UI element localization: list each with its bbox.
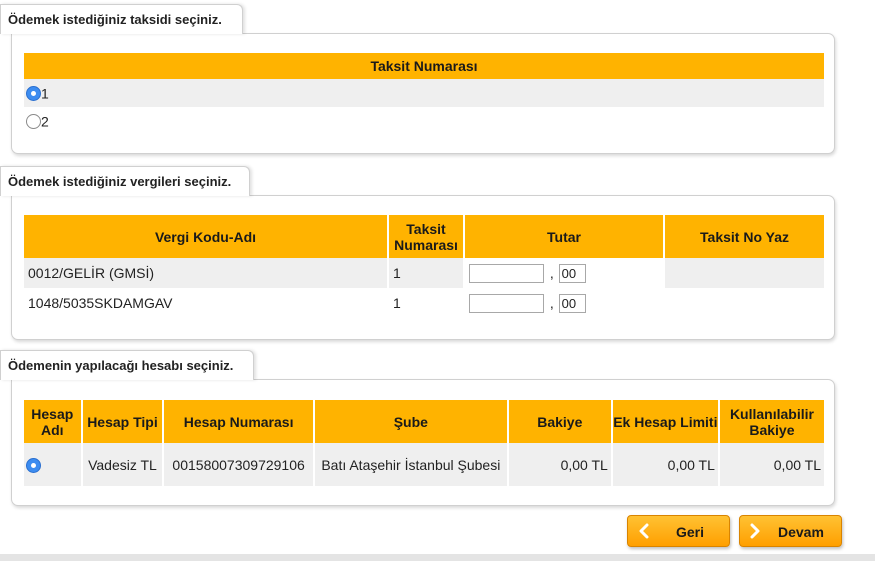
available-balance-cell: 0,00 TL [719, 443, 824, 486]
installment-number-header: Taksit Numarası [24, 53, 824, 79]
footer-bar [0, 554, 875, 561]
installment-option-label: 2 [41, 113, 49, 130]
tax-code-cell: 0012/GELİR (GMSİ) [24, 258, 387, 288]
table-row: 1048/5035SKDAMGAV 1 , 00 [24, 288, 824, 318]
installment-radio-1[interactable] [26, 86, 41, 102]
installment-section-title: Ödemek istediğiniz taksidi seçiniz. [8, 12, 222, 27]
installment-option-row[interactable]: 1 [24, 79, 824, 107]
account-number-cell: 00158007309729106 [164, 443, 313, 486]
installment-write-cell [665, 288, 824, 318]
branch-header: Şube [314, 400, 507, 443]
branch-cell: Batı Ataşehir İstanbul Şubesi [314, 443, 507, 486]
decimal-separator: , [549, 295, 554, 311]
installment-no-cell: 1 [389, 258, 463, 288]
account-name-header: Hesap Adı [24, 400, 81, 443]
tax-code-cell: 1048/5035SKDAMGAV [28, 295, 173, 311]
account-radio[interactable] [26, 457, 41, 473]
installment-radio-2[interactable] [26, 114, 41, 130]
back-button[interactable]: Geri [627, 515, 730, 547]
table-row: 0012/GELİR (GMSİ) 1 , 00 [24, 258, 824, 288]
account-section-panel: Hesap Adı Hesap Tipi Hesap Numarası Şube… [11, 379, 835, 506]
extra-limit-cell: 0,00 TL [612, 443, 718, 486]
available-balance-header: Kullanılabilir Bakiye [719, 400, 824, 443]
amount-main-input[interactable] [469, 263, 544, 283]
amount-cell: , 00 [465, 288, 663, 318]
installment-table: Taksit Numarası 1 2 [22, 53, 826, 135]
balance-cell: 0,00 TL [508, 443, 611, 486]
next-button[interactable]: Devam [739, 515, 842, 547]
installment-option-label: 1 [41, 85, 49, 102]
chevron-left-icon [639, 523, 649, 539]
amount-cell: , 00 [465, 258, 663, 288]
account-type-header: Hesap Tipi [82, 400, 163, 443]
balance-header: Bakiye [508, 400, 611, 443]
installment-write-header: Taksit No Yaz [665, 215, 824, 258]
tax-section-tab: Ödemek istediğiniz vergileri seçiniz. [0, 166, 250, 196]
tax-table: Vergi Kodu-Adı Taksit Numarası Tutar Tak… [22, 215, 826, 318]
back-button-label: Geri [676, 524, 705, 540]
account-type-cell: Vadesiz TL [82, 443, 163, 486]
account-section-tab: Ödemenin yapılacağı hesabı seçiniz. [0, 350, 254, 380]
next-button-label: Devam [778, 524, 824, 540]
account-select-cell [24, 443, 81, 486]
table-row[interactable]: Vadesiz TL 00158007309729106 Batı Ataşeh… [24, 443, 824, 486]
chevron-right-icon [750, 523, 760, 539]
tax-section-title: Ödemek istediğiniz vergileri seçiniz. [8, 174, 232, 189]
installment-no-header: Taksit Numarası [389, 215, 463, 258]
account-section-title: Ödemenin yapılacağı hesabı seçiniz. [8, 358, 234, 373]
installment-write-cell [665, 258, 824, 288]
decimal-separator: , [549, 265, 554, 281]
installment-section-tab: Ödemek istediğiniz taksidi seçiniz. [0, 4, 243, 34]
tax-code-header: Vergi Kodu-Adı [24, 215, 387, 258]
installment-no-cell: 1 [393, 295, 401, 311]
extra-limit-header: Ek Hesap Limiti [612, 400, 718, 443]
amount-main-input[interactable] [469, 293, 544, 313]
amount-header: Tutar [465, 215, 663, 258]
installment-option-row[interactable]: 2 [24, 107, 824, 135]
amount-cents-input[interactable]: 00 [558, 293, 586, 313]
account-table: Hesap Adı Hesap Tipi Hesap Numarası Şube… [22, 400, 826, 486]
amount-cents-input[interactable]: 00 [558, 263, 586, 283]
installment-section-panel: Taksit Numarası 1 2 [11, 33, 835, 154]
account-number-header: Hesap Numarası [164, 400, 313, 443]
tax-section-panel: Vergi Kodu-Adı Taksit Numarası Tutar Tak… [11, 195, 835, 340]
